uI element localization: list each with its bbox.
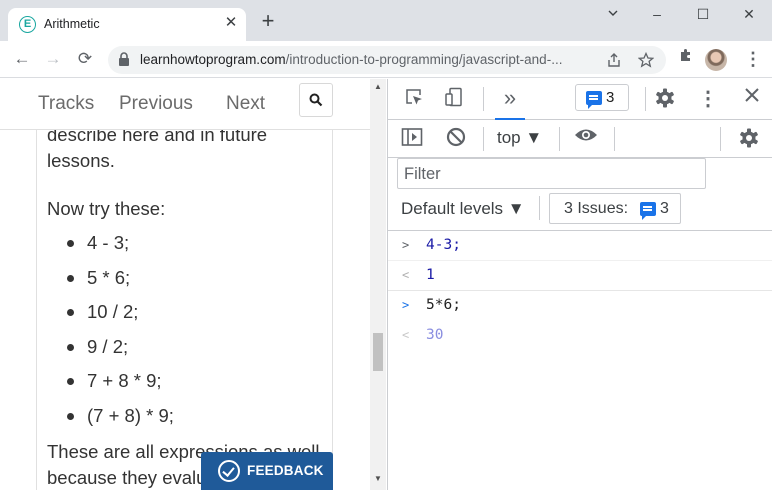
tab-title: Arithmetic [44, 17, 100, 31]
dropdown-arrow-icon: ▼ [507, 199, 525, 218]
inspect-element-icon[interactable] [402, 87, 426, 111]
issues-button-label: 3 Issues: [564, 200, 629, 217]
address-bar[interactable]: learnhowtoprogram.com/introduction-to-pr… [108, 46, 666, 74]
back-button[interactable]: ← [10, 47, 34, 71]
search-icon [309, 93, 323, 107]
maximize-button[interactable]: ☐ [686, 3, 720, 25]
console-input-text: 4-3; [426, 237, 461, 253]
list-item: 5 * 6; [47, 265, 174, 300]
nav-link-previous[interactable]: Previous [119, 93, 193, 115]
eager-eval-text: 30 [426, 327, 444, 343]
site-search-button[interactable] [299, 83, 333, 117]
levels-label: Default levels [401, 199, 504, 218]
close-devtools-icon[interactable] [740, 87, 764, 111]
toolbar-divider [720, 127, 721, 151]
list-item: 9 / 2; [47, 334, 174, 369]
console-eager-eval-line: < 30 [388, 321, 772, 351]
url-text: learnhowtoprogram.com/introduction-to-pr… [140, 52, 562, 67]
console-prompt-text[interactable]: 5*6; [426, 297, 461, 313]
check-circle-icon [218, 460, 240, 482]
forward-button[interactable]: → [41, 47, 65, 71]
window-close-button[interactable]: ✕ [732, 3, 766, 25]
nav-link-next[interactable]: Next [226, 93, 265, 115]
context-selector[interactable]: top ▼ [497, 128, 542, 148]
toolbar-divider [645, 87, 646, 111]
console-output-text: 1 [426, 267, 435, 283]
share-icon[interactable] [602, 52, 626, 76]
console-settings-gear-icon[interactable] [737, 127, 761, 151]
feedback-label: FEEDBACK [247, 463, 324, 478]
window-chevron-icon[interactable] [596, 3, 630, 25]
url-path: /introduction-to-programming/javascript-… [285, 52, 563, 67]
return-arrow-icon: < [402, 268, 410, 282]
reload-button[interactable]: ⟳ [73, 47, 97, 71]
dropdown-arrow-icon: ▼ [525, 128, 543, 147]
extensions-icon[interactable] [674, 47, 698, 71]
sidebar-toggle-icon[interactable] [400, 127, 424, 151]
expression-list: 4 - 3; 5 * 6; 10 / 2; 9 / 2; 7 + 8 * 9; … [47, 230, 174, 438]
toolbar-divider [559, 127, 560, 151]
profile-avatar[interactable] [705, 49, 727, 71]
minimize-button[interactable]: – [640, 3, 674, 25]
tab-strip: E Arithmetic ✕ + – ☐ ✕ [0, 0, 772, 41]
console-input-line[interactable]: > 4-3; [388, 231, 772, 261]
page-scrollbar[interactable]: ▲ ▼ [370, 79, 386, 490]
issues-button-count: 3 [660, 200, 669, 217]
tab-close-icon[interactable]: ✕ [221, 13, 241, 33]
console-filter-input[interactable]: Filter [397, 158, 706, 189]
devtools-panel: » 3 ⋮ top ▼ Filter Default levels ▼ 3 Is… [387, 79, 772, 490]
browser-menu-icon[interactable]: ⋮ [741, 47, 765, 71]
console-prompt-line[interactable]: > 5*6; [388, 291, 772, 321]
scroll-down-icon[interactable]: ▼ [374, 474, 382, 483]
log-levels-dropdown[interactable]: Default levels ▼ [401, 199, 525, 219]
list-item: 7 + 8 * 9; [47, 368, 174, 403]
url-host: learnhowtoprogram.com [140, 52, 286, 67]
list-item: (7 + 8) * 9; [47, 403, 174, 438]
lock-icon[interactable] [118, 52, 130, 72]
lesson-content: describe here and in future lessons. Now… [36, 130, 333, 490]
issues-chat-icon [586, 91, 602, 109]
browser-toolbar: ← → ⟳ learnhowtoprogram.com/introduction… [0, 41, 772, 78]
list-item: 4 - 3; [47, 230, 174, 265]
console-toolbar: top ▼ [388, 120, 772, 158]
devtools-tab-bar: » 3 ⋮ [388, 79, 772, 120]
chevron-right-icon: > [402, 238, 410, 252]
device-toolbar-icon[interactable] [442, 87, 466, 111]
lesson-paragraph: describe here and in future lessons. [47, 130, 268, 171]
web-page: Tracks Previous Next describe here and i… [0, 79, 386, 490]
new-tab-button[interactable]: + [256, 10, 280, 34]
issues-chat-icon [640, 202, 656, 220]
clear-console-icon[interactable] [444, 127, 468, 151]
prompt-chevron-icon: > [402, 298, 410, 312]
issues-button[interactable]: 3 Issues: 3 [549, 193, 681, 224]
context-value: top [497, 128, 521, 147]
issues-counter[interactable]: 3 [575, 84, 629, 111]
settings-gear-icon[interactable] [653, 87, 677, 111]
star-icon[interactable] [634, 51, 658, 76]
nav-link-tracks[interactable]: Tracks [38, 93, 94, 115]
scroll-thumb[interactable] [373, 333, 383, 371]
feedback-button[interactable]: FEEDBACK [201, 452, 333, 490]
site-favicon-icon: E [19, 16, 36, 33]
live-expression-eye-icon[interactable] [574, 127, 598, 151]
devtools-menu-icon[interactable]: ⋮ [696, 87, 720, 111]
toolbar-divider [483, 127, 484, 151]
browser-tab[interactable]: E Arithmetic ✕ [8, 8, 246, 41]
return-arrow-icon: < [402, 328, 410, 342]
list-item: 10 / 2; [47, 299, 174, 334]
toolbar-divider [614, 127, 615, 151]
more-tabs-button[interactable]: » [495, 83, 525, 120]
scroll-up-icon[interactable]: ▲ [374, 82, 382, 91]
toolbar-divider [539, 196, 540, 220]
site-navigation: Tracks Previous Next [0, 79, 370, 130]
toolbar-divider [483, 87, 484, 111]
console-output-line: < 1 [388, 261, 772, 291]
lesson-paragraph: Now try these: [47, 198, 166, 219]
issues-count: 3 [606, 89, 615, 106]
